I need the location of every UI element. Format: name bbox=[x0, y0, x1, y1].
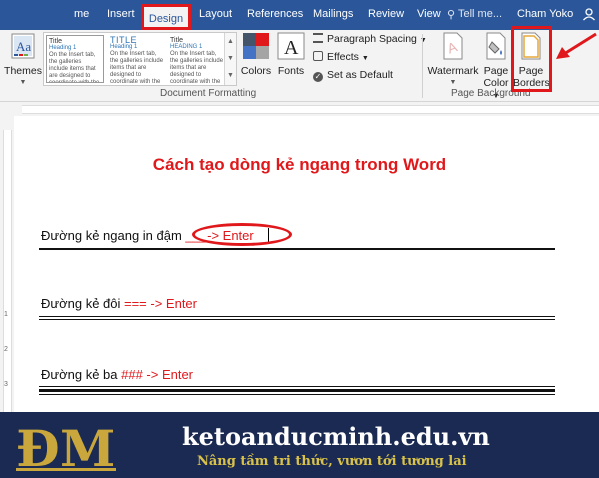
ruler-number: 3 bbox=[4, 381, 8, 388]
style-thumb-3[interactable]: Title HEADING 1 On the Insert tab, the g… bbox=[168, 35, 226, 83]
red-arrow-icon bbox=[556, 32, 597, 59]
tab-references[interactable]: References bbox=[247, 8, 303, 20]
style-set-gallery: Title Heading 1 On the Insert tab, the g… bbox=[43, 32, 237, 86]
user-icon[interactable] bbox=[582, 7, 596, 21]
paragraph-spacing-icon bbox=[313, 33, 323, 43]
more-icon[interactable]: ▼ bbox=[225, 67, 236, 84]
page-color-label-1: Page bbox=[483, 65, 509, 77]
thumb-heading: HEADING 1 bbox=[170, 44, 203, 50]
line2-code: === -> Enter bbox=[124, 296, 197, 311]
watermark-label: Watermark bbox=[427, 65, 479, 77]
slogan: Nâng tầm tri thức, vươn tới tương lai bbox=[197, 454, 467, 469]
ribbon-tab-bar: me Insert Design Layout References Maili… bbox=[0, 0, 599, 30]
chevron-down-icon: ▼ bbox=[361, 55, 369, 62]
themes-icon: Aa bbox=[11, 33, 35, 59]
tab-review[interactable]: Review bbox=[368, 8, 404, 20]
colors-button[interactable]: Colors bbox=[240, 32, 272, 77]
line2-paragraph[interactable]: Đường kẻ đôi === -> Enter bbox=[41, 296, 197, 311]
style-thumb-1[interactable]: Title Heading 1 On the Insert tab, the g… bbox=[46, 35, 104, 83]
thumb-heading: Heading 1 bbox=[49, 45, 77, 51]
ducminh-logo-icon: Đ M bbox=[16, 419, 116, 474]
ruler-track bbox=[22, 105, 599, 114]
line1-text: Đường kẻ ngang in đậm bbox=[41, 228, 186, 243]
ribbon-design: Aa Themes ▼ Title Heading 1 On the Inser… bbox=[0, 30, 599, 102]
watermark-button[interactable]: A Watermark ▼ bbox=[426, 32, 480, 89]
double-line-top bbox=[39, 316, 555, 317]
tab-insert[interactable]: Insert bbox=[107, 8, 135, 20]
line3-paragraph[interactable]: Đường kẻ ba ### -> Enter bbox=[41, 367, 193, 382]
lightbulb-icon: ⚲ bbox=[447, 9, 456, 21]
svg-text:A: A bbox=[284, 37, 299, 59]
tab-layout[interactable]: Layout bbox=[199, 8, 232, 20]
highlight-ellipse bbox=[192, 223, 292, 246]
ruler-number: 2 bbox=[4, 346, 8, 353]
gallery-scroll[interactable]: ▲ ▼ ▼ bbox=[224, 33, 236, 85]
thumb-body: On the Insert tab, the galleries include… bbox=[110, 51, 164, 83]
chevron-down-icon[interactable]: ▼ bbox=[225, 50, 236, 67]
document-formatting-group-label: Document Formatting bbox=[160, 88, 257, 99]
svg-text:Đ: Đ bbox=[16, 419, 60, 474]
thumb-title: Title bbox=[49, 38, 62, 45]
horizontal-ruler[interactable] bbox=[0, 102, 599, 116]
page-borders-highlight bbox=[511, 26, 552, 92]
thick-horizontal-line bbox=[39, 248, 555, 250]
effects-icon bbox=[313, 51, 323, 61]
effects-button[interactable]: Effects ▼ bbox=[313, 51, 369, 63]
colors-label: Colors bbox=[240, 65, 272, 77]
svg-text:M: M bbox=[60, 419, 115, 474]
effects-label: Effects bbox=[327, 51, 359, 63]
set-as-default-button[interactable]: ✓ Set as Default bbox=[313, 69, 393, 82]
checkmark-icon: ✓ bbox=[313, 72, 323, 82]
line3-code: ### -> Enter bbox=[121, 367, 194, 382]
paragraph-spacing-label: Paragraph Spacing bbox=[327, 33, 417, 45]
triple-line-top bbox=[39, 386, 555, 387]
tab-design[interactable]: Design bbox=[141, 4, 191, 30]
tab-view[interactable]: View bbox=[417, 8, 441, 20]
paragraph-spacing-button[interactable]: Paragraph Spacing ▼ bbox=[313, 33, 427, 45]
thumb-heading: Heading 1 bbox=[110, 44, 138, 50]
fonts-label: Fonts bbox=[277, 65, 305, 77]
triple-line-middle bbox=[39, 389, 555, 392]
set-as-default-label: Set as Default bbox=[327, 69, 393, 81]
fonts-icon: A bbox=[277, 32, 305, 60]
brand-banner: Đ M ketoanducminh.edu.vn Nâng tầm tri th… bbox=[0, 412, 599, 478]
group-divider bbox=[422, 34, 423, 98]
tab-mailings[interactable]: Mailings bbox=[313, 8, 353, 20]
tab-home[interactable]: me bbox=[74, 8, 89, 20]
chevron-up-icon[interactable]: ▲ bbox=[225, 33, 236, 50]
page-color-icon bbox=[486, 32, 506, 60]
chevron-down-icon: ▼ bbox=[19, 79, 27, 86]
themes-button[interactable]: Aa Themes ▼ bbox=[4, 32, 42, 89]
line3-text: Đường kẻ ba bbox=[41, 367, 122, 382]
colors-icon bbox=[243, 33, 269, 59]
document-title: Cách tạo dòng kẻ ngang trong Word bbox=[152, 155, 447, 174]
site-url: ketoanducminh.edu.vn bbox=[182, 422, 490, 451]
user-name[interactable]: Cham Yoko bbox=[517, 8, 573, 20]
watermark-icon: A bbox=[443, 32, 463, 60]
double-line-bottom bbox=[39, 319, 555, 320]
themes-label: Themes bbox=[4, 65, 42, 77]
style-thumb-2[interactable]: TITLE Heading 1 On the Insert tab, the g… bbox=[108, 35, 166, 83]
thumb-body: On the Insert tab, the galleries include… bbox=[49, 52, 100, 83]
line2-text: Đường kẻ đôi bbox=[41, 296, 124, 311]
fonts-button[interactable]: A Fonts bbox=[275, 32, 307, 77]
triple-line-bottom bbox=[39, 394, 555, 395]
ruler-number: 1 bbox=[4, 311, 8, 318]
tell-me-box[interactable]: Tell me... bbox=[458, 8, 502, 20]
svg-text:Aa: Aa bbox=[16, 39, 31, 54]
thumb-body: On the Insert tab, the galleries include… bbox=[170, 51, 224, 83]
thumb-title: TITLE bbox=[110, 35, 138, 45]
thumb-title: Title bbox=[170, 37, 183, 44]
